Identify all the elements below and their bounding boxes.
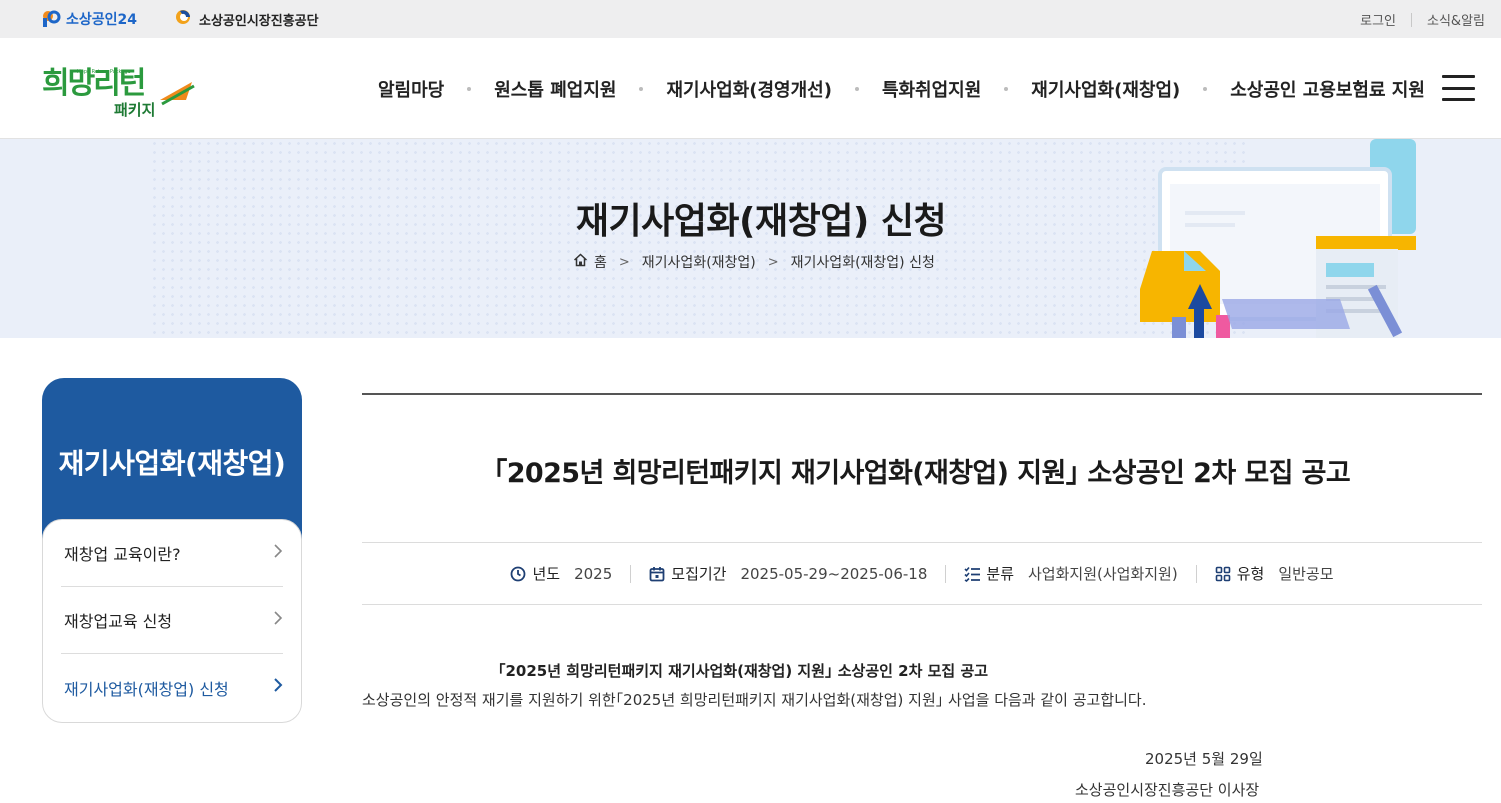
utility-links: 로그인 소식&알림 [1360,10,1485,29]
sosanggongin24-link[interactable]: 소상공인24 [42,9,137,29]
sidebar-title: 재기사업화(재창업) [58,447,286,480]
hope-return-logo[interactable]: 희망리턴 패키지 Hope Return Package [42,60,202,120]
breadcrumb-current: 재기사업화(재창업) 신청 [790,255,935,271]
divider [1411,12,1413,27]
divider [630,564,632,583]
sidebar-item-restartup-education-info[interactable]: 재창업 교육이란? [61,520,283,587]
nav-recovery-restartup[interactable]: 재기사업화(재창업) [1031,76,1180,102]
meta-period-value: 2025-05-29~2025-06-18 [740,564,928,583]
svg-text:패키지: 패키지 [114,101,155,119]
nav-employment-insurance[interactable]: 소상공인 고용보험료 지원 [1230,76,1425,102]
login-link[interactable]: 로그인 [1360,10,1396,29]
sidebar-item-label: 재창업교육 신청 [64,612,173,631]
meta-category-label: 분류 [986,565,1014,583]
banner-documents-illustration [1130,139,1430,338]
nav-separator [1004,87,1009,91]
post-content: ｢2025년 희망리턴패키지 재기사업화(재창업) 지원｣ 소상공인 2차 모집… [362,393,1482,799]
menu-hamburger-icon[interactable] [1442,75,1475,101]
post-body-text: 소상공인의 안정적 재기를 지원하기 위한｢2025년 희망리턴패키지 재기사업… [362,691,1147,709]
sosanggongin24-logo-icon [42,10,62,28]
meta-category-value: 사업화지원(사업화지원) [1028,565,1178,583]
nav-notice-board[interactable]: 알림마당 [378,76,444,102]
meta-year: 년도 2025 [510,563,612,584]
semas-logo-icon [175,9,194,29]
nav-special-employment[interactable]: 특화취업지원 [882,76,981,102]
nav-separator [1203,87,1208,91]
nav-separator [467,87,472,91]
page-banner: 재기사업화(재창업) 신청 홈 > 재기사업화(재창업) > 재기사업화(재창업… [0,139,1501,338]
breadcrumb: 홈 > 재기사업화(재창업) > 재기사업화(재창업) 신청 [573,252,935,272]
chevron-right-icon: > [767,254,779,270]
site-header: 희망리턴 패키지 Hope Return Package 알림마당 원스톱 폐업… [0,38,1501,139]
nav-recovery-management[interactable]: 재기사업화(경영개선) [666,76,832,102]
content-top-rule [362,393,1482,395]
sidebar: 재기사업화(재창업) 재창업 교육이란? 재창업교육 신청 재기사업화(재창업)… [42,378,302,723]
meta-type: 유형 일반공모 [1215,563,1334,584]
meta-year-value: 2025 [574,564,613,583]
post-body-heading: ｢2025년 희망리턴패키지 재기사업화(재창업) 지원｣ 소상공인 2차 모집… [498,662,989,680]
divider [1195,564,1197,583]
nav-separator [639,87,644,91]
clock-icon [510,566,526,582]
brand1-label: 소상공인24 [66,12,138,28]
post-signer: 소상공인시장진흥공단 이사장 [1075,781,1260,799]
post-title: ｢2025년 희망리턴패키지 재기사업화(재창업) 지원｣ 소상공인 2차 모집… [493,458,1351,489]
nav-separator [854,87,859,91]
post-meta: 년도 2025 모집기간 2025-05-29~2025-06-18 분류 사업… [362,542,1482,605]
breadcrumb-home[interactable]: 홈 [594,252,607,272]
svg-text:Hope Return Package: Hope Return Package [77,69,131,75]
utility-bar: 소상공인24 소상공인시장진흥공단 로그인 소식&알림 [0,0,1501,38]
checklist-icon [964,566,981,582]
grid-icon [1215,566,1231,582]
news-alerts-link[interactable]: 소식&알림 [1427,10,1485,29]
brand2-label: 소상공인시장진흥공단 [199,13,319,29]
post-date: 2025년 5월 29일 [1145,750,1263,768]
meta-period: 모집기간 2025-05-29~2025-06-18 [649,563,927,584]
sidebar-menu: 재창업 교육이란? 재창업교육 신청 재기사업화(재창업) 신청 [42,519,302,723]
semas-link[interactable]: 소상공인시장진흥공단 [175,9,319,29]
meta-type-label: 유형 [1236,565,1265,583]
sidebar-item-restartup-education-apply[interactable]: 재창업교육 신청 [61,587,283,654]
main-nav: 알림마당 원스톱 폐업지원 재기사업화(경영개선) 특화취업지원 재기사업화(재… [378,76,1425,102]
meta-type-value: 일반공모 [1278,565,1334,583]
chevron-right-icon [273,543,283,564]
meta-category: 분류 사업화지원(사업화지원) [964,563,1178,584]
chevron-right-icon [273,677,283,698]
sidebar-item-label: 재기사업화(재창업) 신청 [64,679,229,699]
sidebar-item-label: 재창업 교육이란? [64,545,181,564]
chevron-right-icon: > [618,254,630,270]
breadcrumb-section[interactable]: 재기사업화(재창업) [642,252,756,272]
sidebar-item-recovery-restartup-apply[interactable]: 재기사업화(재창업) 신청 [61,654,283,721]
calendar-icon [649,566,665,582]
divider [945,564,947,583]
meta-year-label: 년도 [532,565,561,583]
meta-period-label: 모집기간 [671,565,727,583]
chevron-right-icon [273,610,283,631]
home-icon[interactable] [573,253,588,271]
nav-onestop-closure[interactable]: 원스톱 폐업지원 [494,76,616,102]
